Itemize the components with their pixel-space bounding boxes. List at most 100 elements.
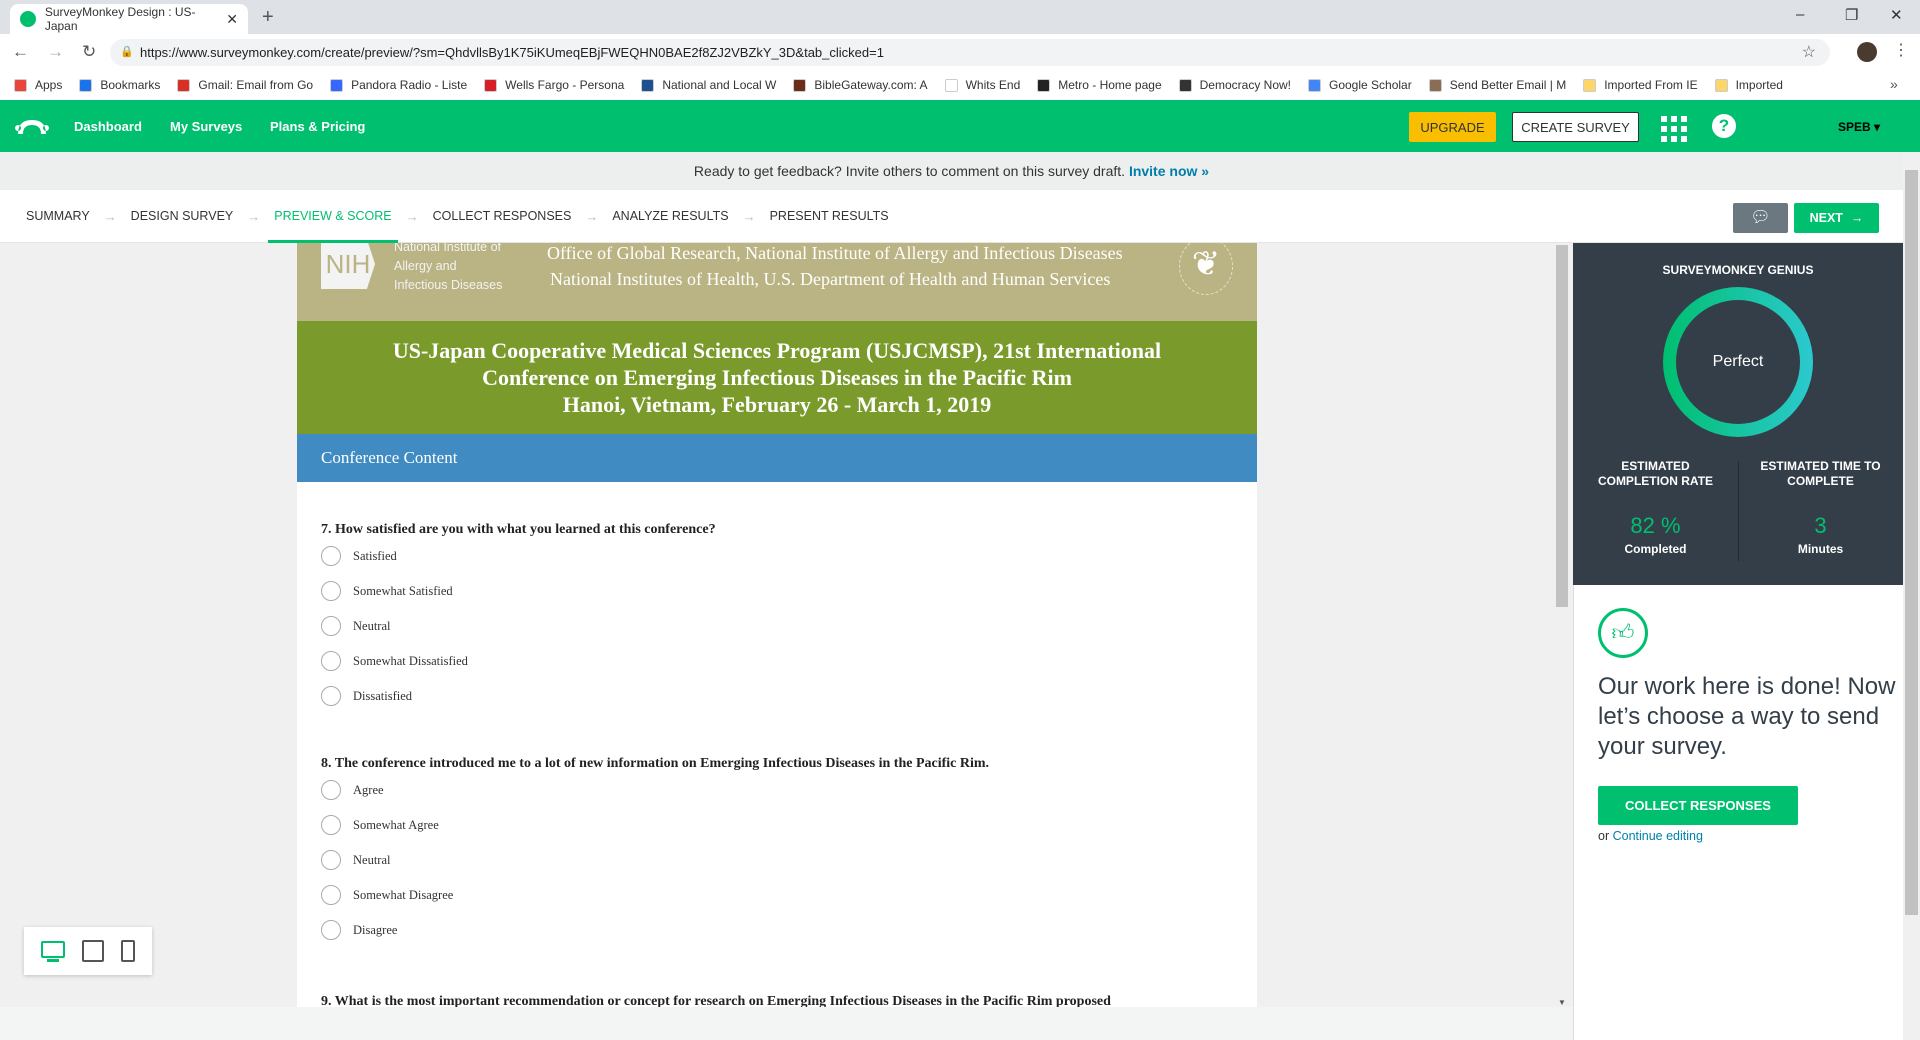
- bookmark-icon: [1178, 78, 1192, 92]
- nav-dashboard[interactable]: Dashboard: [74, 119, 142, 134]
- desktop-icon[interactable]: [40, 940, 65, 962]
- radio-button[interactable]: [321, 920, 341, 940]
- tablet-icon[interactable]: [81, 940, 104, 962]
- feedback-text: Invite others to comment on this survey …: [841, 163, 1129, 179]
- survey-scrollbar[interactable]: ▼: [1555, 243, 1569, 1007]
- bookmark-item[interactable]: Democracy Now!: [1178, 78, 1291, 92]
- page-title: Conference Content: [297, 434, 1257, 482]
- radio-option[interactable]: Somewhat Dissatisfied: [321, 651, 468, 671]
- speech-bubble-icon: 💬︎: [1750, 209, 1771, 226]
- profile-avatar[interactable]: [1857, 42, 1877, 62]
- bookmark-item[interactable]: Wells Fargo - Persona: [484, 78, 624, 92]
- radio-option[interactable]: Neutral: [321, 850, 390, 870]
- help-icon[interactable]: ?: [1712, 114, 1736, 138]
- radio-option[interactable]: Agree: [321, 780, 384, 800]
- continue-editing-link[interactable]: Continue editing: [1613, 829, 1703, 843]
- apps-grid-icon[interactable]: [1661, 116, 1687, 142]
- radio-button[interactable]: [321, 780, 341, 800]
- invite-now-link[interactable]: Invite now »: [1129, 163, 1209, 179]
- step-arrow-icon: →: [585, 208, 599, 224]
- bookmark-item[interactable]: National and Local W: [641, 78, 776, 92]
- bookmark-icon: [1583, 78, 1597, 92]
- upgrade-button[interactable]: UPGRADE: [1409, 112, 1496, 142]
- radio-button[interactable]: [321, 686, 341, 706]
- close-tab-icon[interactable]: ✕: [226, 11, 238, 28]
- nav-plans-pricing[interactable]: Plans & Pricing: [270, 119, 365, 134]
- browser-menu-icon[interactable]: ⋮: [1893, 40, 1909, 60]
- new-tab-button[interactable]: +: [262, 6, 274, 29]
- bookmark-item[interactable]: Pandora Radio - Liste: [330, 78, 467, 92]
- bookmark-item[interactable]: Metro - Home page: [1037, 78, 1162, 92]
- radio-option[interactable]: Somewhat Satisfied: [321, 581, 453, 601]
- bookmark-item[interactable]: BibleGateway.com: A: [793, 78, 928, 92]
- bookmark-star-icon[interactable]: ☆: [1802, 39, 1816, 66]
- address-bar[interactable]: 🔒 https://www.surveymonkey.com/create/pre…: [110, 39, 1830, 66]
- phone-icon[interactable]: [121, 940, 136, 962]
- bookmark-icon: [1037, 78, 1051, 92]
- user-menu[interactable]: SPEB ▾: [1838, 120, 1880, 134]
- bookmark-item[interactable]: Google Scholar: [1308, 78, 1412, 92]
- bookmark-icon: [1428, 78, 1442, 92]
- radio-option[interactable]: Satisfied: [321, 546, 397, 566]
- niaid-logo-text: National Institute of Allergy and Infectio…: [394, 243, 503, 292]
- bookmark-item[interactable]: Apps: [14, 78, 62, 92]
- radio-button[interactable]: [321, 885, 341, 905]
- bookmark-icon: [1308, 78, 1321, 92]
- radio-option[interactable]: Disagree: [321, 920, 397, 940]
- genius-panel: SURVEYMONKEY GENIUS Perfect ESTIMATED CO…: [1573, 243, 1903, 585]
- step-arrow-icon: →: [247, 208, 261, 224]
- radio-button[interactable]: [321, 815, 341, 835]
- survey-header-banner: NIH National Institute of Allergy and Infe…: [297, 243, 1257, 321]
- radio-button[interactable]: [321, 581, 341, 601]
- radio-option[interactable]: Dissatisfied: [321, 686, 412, 706]
- bookmark-icon: [14, 78, 27, 92]
- step-preview-score[interactable]: PREVIEW & SCORE: [268, 190, 399, 243]
- comment-button[interactable]: 💬︎: [1733, 203, 1788, 233]
- radio-option[interactable]: Neutral: [321, 616, 390, 636]
- next-button[interactable]: NEXT →: [1794, 203, 1879, 233]
- bookmark-item[interactable]: Bookmarks: [79, 78, 160, 92]
- hhs-seal-icon: ❦: [1179, 243, 1233, 295]
- back-icon[interactable]: ←: [12, 42, 29, 62]
- restore-button[interactable]: ❐: [1845, 6, 1858, 24]
- bookmark-item[interactable]: Imported: [1714, 78, 1783, 92]
- radio-button[interactable]: [321, 616, 341, 636]
- bottom-strip: [0, 1007, 1573, 1040]
- create-survey-button[interactable]: CREATE SURVEY: [1512, 112, 1639, 142]
- browser-tab[interactable]: SurveyMonkey Design : US-Japan ✕: [10, 4, 248, 34]
- bookmark-item[interactable]: Imported From IE: [1583, 78, 1698, 92]
- header-line-1: Office of Global Research, National Inst…: [547, 243, 1123, 263]
- question-title: 8. The conference introduced me to a lot…: [321, 756, 990, 771]
- surveymonkey-logo-icon[interactable]: [14, 114, 50, 136]
- forward-icon[interactable]: →: [47, 42, 64, 62]
- time-to-complete-stat: ESTIMATED TIME TO COMPLETE 3 Minutes: [1760, 459, 1881, 556]
- bookmark-item[interactable]: Gmail: Email from Go: [177, 78, 313, 92]
- nav-my-surveys[interactable]: My Surveys: [170, 119, 242, 134]
- more-bookmarks-icon[interactable]: »: [1890, 76, 1898, 92]
- lock-icon: 🔒: [120, 46, 134, 58]
- minimize-button[interactable]: –: [1796, 6, 1804, 23]
- close-window-button[interactable]: ✕: [1890, 6, 1903, 24]
- header-line-2: National Institutes of Health, U.S. Depa…: [550, 269, 1111, 289]
- step-present-results[interactable]: PRESENT RESULTS: [770, 190, 889, 243]
- step-design-survey[interactable]: DESIGN SURVEY: [131, 190, 234, 243]
- reload-icon[interactable]: ↻: [82, 42, 96, 62]
- radio-button[interactable]: [321, 546, 341, 566]
- next-label: NEXT: [1809, 211, 1843, 225]
- step-collect-responses[interactable]: COLLECT RESPONSES: [433, 190, 572, 243]
- step-summary[interactable]: SUMMARY: [26, 190, 90, 243]
- bookmark-item[interactable]: Send Better Email | M: [1428, 78, 1566, 92]
- bookmark-item[interactable]: Whits End: [944, 78, 1020, 92]
- radio-option[interactable]: Somewhat Agree: [321, 815, 439, 835]
- radio-button[interactable]: [321, 651, 341, 671]
- bookmarks-bar: Apps Bookmarks Gmail: Email from Go Pandora…: [0, 70, 1920, 100]
- workflow-steps: SUMMARY → DESIGN SURVEY → PREVIEW & SCORE → CO…: [0, 190, 1903, 243]
- collect-responses-button[interactable]: COLLECT RESPONSES: [1598, 786, 1798, 825]
- radio-button[interactable]: [321, 850, 341, 870]
- radio-option[interactable]: Somewhat Disagree: [321, 885, 453, 905]
- question-title: 9. What is the most important recommenda…: [321, 994, 1111, 1007]
- feedback-lead: Ready to get feedback?: [693, 163, 842, 179]
- page-scrollbar[interactable]: [1903, 152, 1920, 1040]
- step-analyze-results[interactable]: ANALYZE RESULTS: [612, 190, 728, 243]
- question-title: 7. How satisfied are you with what you l…: [321, 522, 716, 537]
